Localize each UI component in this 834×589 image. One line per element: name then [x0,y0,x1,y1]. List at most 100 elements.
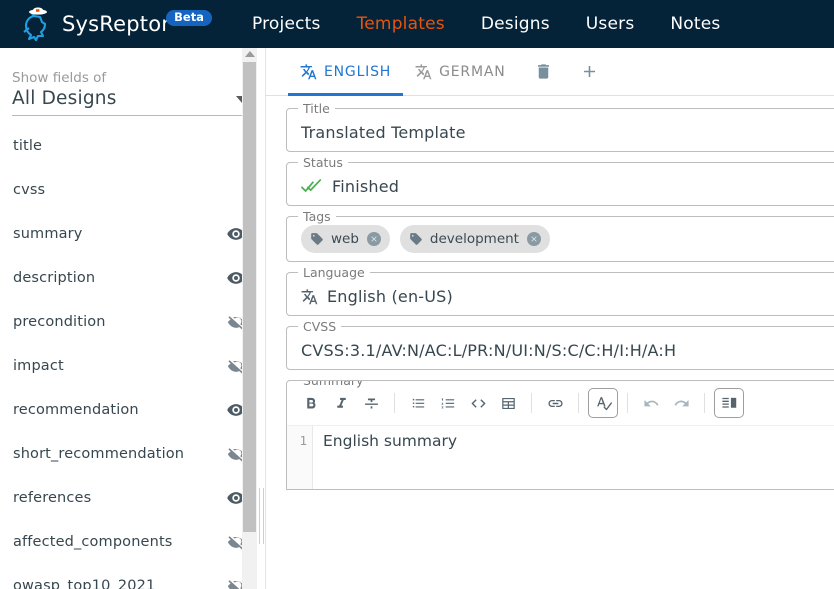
cvss-value: CVSS:3.1/AV:N/AC:L/PR:N/UI:N/S:C/C:H/I:H… [301,340,677,360]
tab-german[interactable]: GERMAN [403,48,517,96]
title-legend: Title [298,101,335,116]
add-translation-button[interactable] [569,52,609,92]
field-list: title cvss summary description precondit… [12,124,250,589]
field-label: references [13,490,92,506]
toolbar-separator [394,393,395,413]
summary-text[interactable]: English summary [313,426,834,489]
plus-icon [580,62,599,81]
tag-icon [310,232,324,246]
line-number-gutter: 1 [287,426,313,489]
field-row-affected-components[interactable]: affected_components [12,520,250,564]
beta-badge: Beta [166,9,212,27]
sidebar-scrollbar[interactable] [242,48,257,589]
tag-chip-label: development [429,231,519,247]
main-content: ENGLISH GERMAN Title Translated Template… [266,48,834,589]
title-value: Translated Template [301,122,466,142]
nav-link-designs[interactable]: Designs [481,14,550,34]
tab-english[interactable]: ENGLISH [288,48,404,96]
redo-icon[interactable] [667,389,695,417]
spellcheck-icon[interactable] [588,388,618,418]
field-label: short_recommendation [13,446,185,462]
numbered-list-icon[interactable] [434,389,462,417]
bold-icon[interactable] [297,389,325,417]
field-row-owasp-top10-2021[interactable]: owasp_top10_2021 [12,564,250,589]
field-label: owasp_top10_2021 [13,578,156,589]
scroll-up-arrow-icon[interactable] [244,51,255,57]
tab-label: ENGLISH [324,63,392,80]
field-label: description [13,270,96,286]
status-value-row: Finished [301,173,834,199]
nav-link-notes[interactable]: Notes [670,14,720,34]
design-select-value: All Designs [12,88,117,109]
table-icon[interactable] [494,389,522,417]
field-label: impact [13,358,64,374]
tag-chip[interactable]: web [301,225,390,253]
brand[interactable]: SysReptor Beta [20,6,212,42]
top-navbar: SysReptor Beta Projects Templates Design… [0,0,834,48]
resize-grip-icon[interactable] [259,488,264,544]
nav-link-projects[interactable]: Projects [252,14,321,34]
toolbar-separator [704,393,705,413]
trash-icon [534,62,553,81]
language-tabbar: ENGLISH GERMAN [266,48,834,96]
field-row-summary[interactable]: summary [12,212,250,256]
language-field[interactable]: Language English (en-US) [286,265,834,316]
field-label: affected_components [13,534,173,550]
toolbar-separator [627,393,628,413]
tags-legend: Tags [298,209,336,224]
tag-chip[interactable]: development [399,225,550,253]
sidebar: Show fields of All Designs title cvss su… [0,48,266,589]
field-label: recommendation [13,402,139,418]
field-row-precondition[interactable]: precondition [12,300,250,344]
sidebar-inner: Show fields of All Designs title cvss su… [0,48,266,589]
close-circle-icon[interactable] [366,231,382,247]
brand-name: SysReptor [62,12,171,36]
tab-label: GERMAN [439,63,506,80]
scrollbar-thumb[interactable] [243,62,256,532]
template-form: Title Translated Template Status Finishe… [266,96,834,490]
cvss-field[interactable]: CVSS CVSS:3.1/AV:N/AC:L/PR:N/UI:N/S:C/C:… [286,319,834,370]
field-label: cvss [13,182,46,198]
status-field[interactable]: Status Finished [286,155,834,206]
tags-field[interactable]: Tags web development [286,209,834,262]
tag-chip-list: web development [301,225,834,253]
field-row-impact[interactable]: impact [12,344,250,388]
toolbar-separator [531,393,532,413]
field-row-cvss[interactable]: cvss [12,168,250,212]
summary-legend: Summary [298,381,369,388]
field-row-description[interactable]: description [12,256,250,300]
delete-translation-button[interactable] [523,52,563,92]
translate-icon [301,288,318,305]
nav-link-templates[interactable]: Templates [357,14,445,34]
translate-icon [415,63,432,80]
field-label: title [13,138,43,154]
cvss-legend: CVSS [298,319,342,334]
bulleted-list-icon[interactable] [404,389,432,417]
title-field[interactable]: Title Translated Template [286,101,834,152]
design-select[interactable]: All Designs [12,88,250,116]
side-by-side-preview-icon[interactable] [714,388,744,418]
field-row-short-recommendation[interactable]: short_recommendation [12,432,250,476]
status-value: Finished [332,176,400,196]
body-wrapper: Show fields of All Designs title cvss su… [0,48,834,589]
nav-link-users[interactable]: Users [586,14,635,34]
field-row-title[interactable]: title [12,124,250,168]
dinosaur-hat-logo-icon [20,6,54,42]
close-circle-icon[interactable] [526,231,542,247]
field-row-references[interactable]: references [12,476,250,520]
link-icon[interactable] [541,389,569,417]
translate-icon [300,63,317,80]
undo-icon[interactable] [637,389,665,417]
language-value-row: English (en-US) [301,283,834,309]
code-icon[interactable] [464,389,492,417]
field-row-recommendation[interactable]: recommendation [12,388,250,432]
language-legend: Language [298,265,370,280]
show-fields-of-label: Show fields of [12,70,107,86]
field-label: summary [13,226,83,242]
field-label: precondition [13,314,106,330]
nav-links: Projects Templates Designs Users Notes [252,14,721,34]
summary-editor-body[interactable]: 1 English summary [287,425,834,489]
strikethrough-icon[interactable] [357,389,385,417]
summary-toolbar [287,381,834,425]
italic-icon[interactable] [327,389,355,417]
